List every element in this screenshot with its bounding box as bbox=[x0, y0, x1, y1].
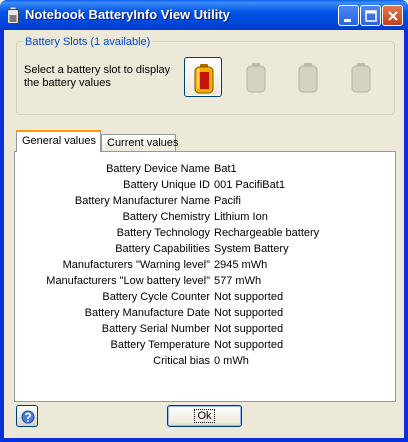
maximize-button[interactable] bbox=[360, 5, 381, 26]
close-button[interactable] bbox=[382, 5, 403, 26]
value-row: Manufacturers "Warning level" 2945 mWh bbox=[15, 259, 395, 275]
value-row: Critical bias 0 mWh bbox=[15, 355, 395, 371]
minimize-button[interactable] bbox=[338, 5, 359, 26]
row-label: Battery Temperature bbox=[110, 339, 210, 351]
value-row: Battery Capabilities System Battery bbox=[15, 243, 395, 259]
row-label: Battery Technology bbox=[116, 227, 210, 239]
row-label: Battery Capabilities bbox=[115, 243, 210, 255]
value-row: Battery Serial Number Not supported bbox=[15, 323, 395, 339]
row-label: Manufacturers "Warning level" bbox=[62, 259, 210, 271]
value-row: Battery Manufacture Date Not supported bbox=[15, 307, 395, 323]
battery-empty-icon bbox=[246, 63, 266, 93]
battery-slot-3-button[interactable] bbox=[289, 57, 327, 97]
row-label: Battery Unique ID bbox=[123, 179, 210, 191]
row-label: Battery Manufacturer Name bbox=[74, 195, 210, 207]
battery-slot-2-button[interactable] bbox=[237, 57, 275, 97]
row-label: Manufacturers "Low battery level" bbox=[46, 275, 210, 287]
battery-slot-1-button[interactable] bbox=[184, 57, 222, 97]
tab-general-values[interactable]: General values bbox=[16, 130, 101, 152]
ok-button-label: Ok bbox=[194, 409, 215, 423]
row-label: Battery Cycle Counter bbox=[102, 291, 210, 303]
minimize-icon bbox=[344, 19, 351, 22]
title-bar[interactable]: Notebook BatteryInfo View Utility bbox=[0, 0, 408, 30]
value-row: Battery Device Name Bat1 bbox=[15, 163, 395, 179]
row-value: Not supported bbox=[214, 291, 284, 303]
battery-charged-icon bbox=[194, 64, 214, 94]
dialog-body: Battery Slots (1 available) Select a bat… bbox=[4, 30, 404, 438]
battery-empty-icon bbox=[298, 63, 318, 93]
row-value: System Battery bbox=[214, 243, 289, 255]
battery-empty-icon bbox=[351, 63, 371, 93]
row-value: Rechargeable battery bbox=[214, 227, 320, 239]
row-label: Battery Device Name bbox=[106, 163, 210, 175]
row-value: Pacifi bbox=[214, 195, 241, 207]
value-row: Manufacturers "Low battery level" 577 mWh bbox=[15, 275, 395, 291]
row-value: Not supported bbox=[214, 323, 284, 335]
general-values-panel: Battery Device Name Bat1 Battery Unique I… bbox=[14, 151, 396, 402]
window-title: Notebook BatteryInfo View Utility bbox=[25, 7, 230, 22]
value-row: Battery Chemistry Lithium Ion bbox=[15, 211, 395, 227]
row-value: 577 mWh bbox=[214, 275, 262, 287]
value-row: Battery Manufacturer Name Pacifi bbox=[15, 195, 395, 211]
row-value: Not supported bbox=[214, 307, 284, 319]
row-value: Bat1 bbox=[214, 163, 237, 175]
close-icon bbox=[388, 11, 398, 21]
value-row: Battery Cycle Counter Not supported bbox=[15, 291, 395, 307]
battery-slot-4-button[interactable] bbox=[342, 57, 380, 97]
value-row: Battery Unique ID 001 PacifiBat1 bbox=[15, 179, 395, 195]
battery-app-icon bbox=[7, 7, 19, 24]
tab-current-values[interactable]: Current values bbox=[101, 134, 179, 152]
battery-slots-title: Battery Slots (1 available) bbox=[23, 36, 153, 48]
app-window: Notebook BatteryInfo View Utility Batter… bbox=[0, 0, 408, 442]
slot-instructions: Select a battery slot to display the bat… bbox=[24, 64, 171, 89]
row-value: Lithium Ion bbox=[214, 211, 268, 223]
row-label: Critical bias bbox=[153, 355, 210, 367]
row-label: Battery Chemistry bbox=[122, 211, 210, 223]
value-row: Battery Temperature Not supported bbox=[15, 339, 395, 355]
row-value: 0 mWh bbox=[214, 355, 249, 367]
value-row: Battery Technology Rechargeable battery bbox=[15, 227, 395, 243]
about-button[interactable] bbox=[16, 405, 38, 427]
maximize-icon bbox=[365, 10, 377, 22]
row-value: 2945 mWh bbox=[214, 259, 268, 271]
ok-button[interactable]: Ok bbox=[167, 405, 242, 427]
help-icon bbox=[21, 410, 35, 424]
row-label: Battery Manufacture Date bbox=[84, 307, 210, 319]
row-value: Not supported bbox=[214, 339, 284, 351]
row-value: 001 PacifiBat1 bbox=[214, 179, 285, 191]
row-label: Battery Serial Number bbox=[101, 323, 210, 335]
